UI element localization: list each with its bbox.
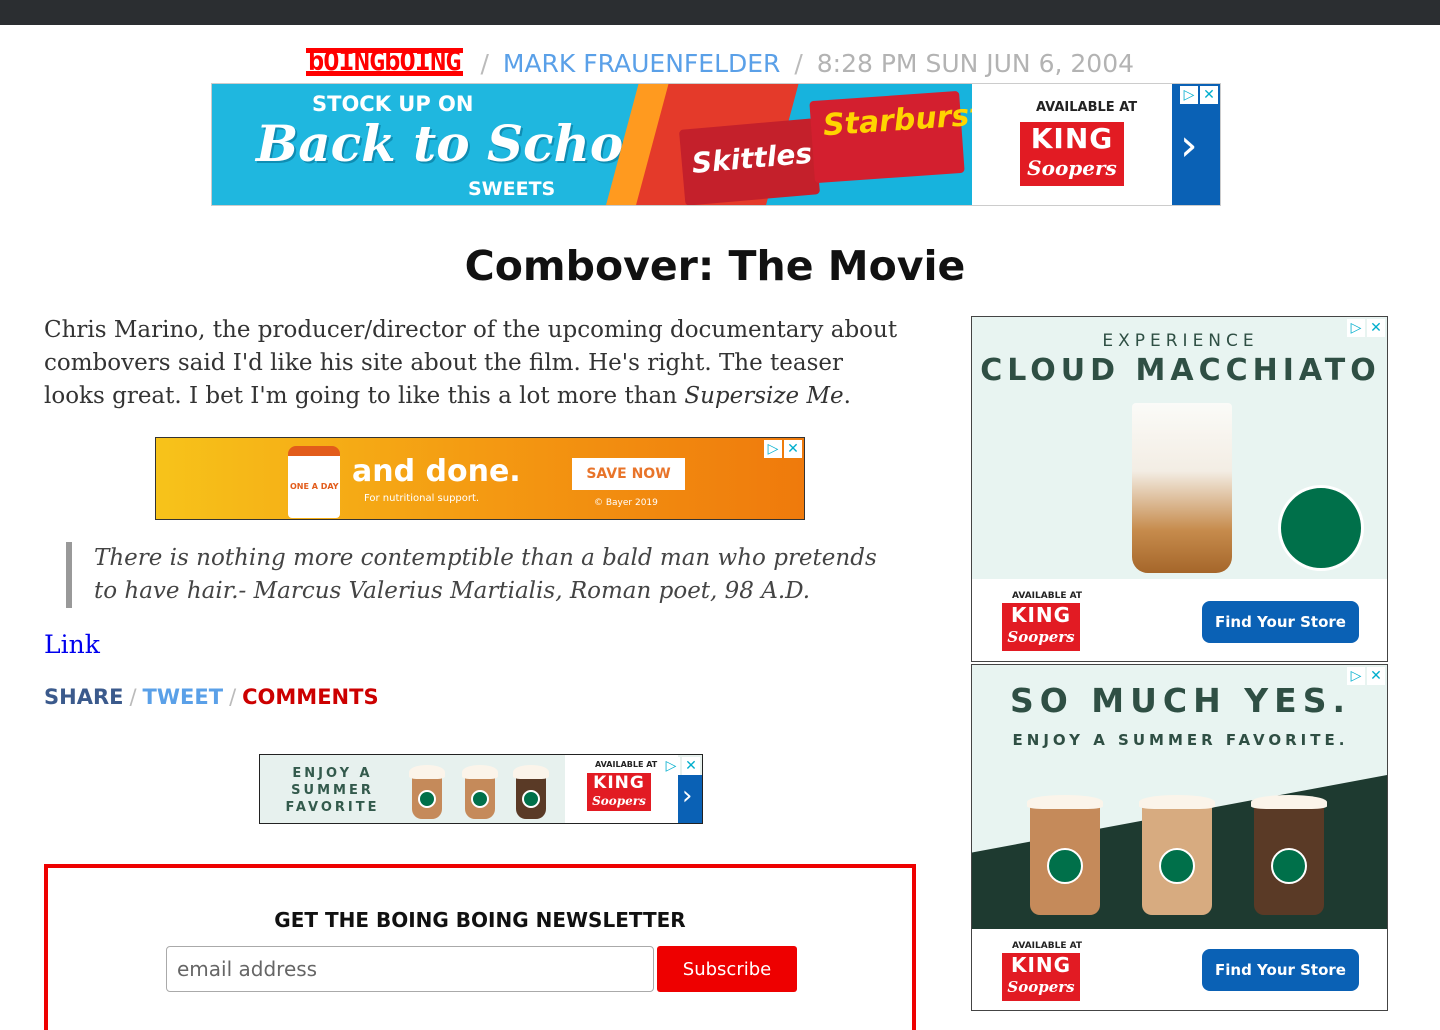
ad-choices[interactable]: ▷ ✕ — [662, 757, 700, 775]
starbucks-logo-icon — [471, 790, 489, 809]
king-soopers-logo: KING Soopers — [587, 773, 651, 811]
article-body-emphasis: Supersize Me — [684, 383, 844, 409]
ad-headline: SO MUCH YES. — [1009, 681, 1351, 720]
ad-subline: ENJOY A SUMMER FAVORITE. — [1012, 731, 1349, 749]
store-name: KING — [593, 773, 645, 793]
boing-boing-logo[interactable]: bOINGbOING — [305, 48, 463, 76]
king-soopers-logo: KING Soopers — [1020, 122, 1124, 186]
inline-banner-ad[interactable]: ONE A DAY and done. For nutritional supp… — [155, 437, 805, 520]
frappuccino-cup — [1251, 795, 1327, 915]
frappuccino-cup — [513, 765, 549, 819]
share-button[interactable]: SHARE — [44, 685, 123, 709]
ad-subline: For nutritional support. — [364, 493, 480, 504]
article-quote: There is nothing more contemptible than … — [66, 542, 886, 608]
email-field[interactable] — [166, 946, 654, 992]
ad-store-panel: AVAILABLE AT KING Soopers — [972, 84, 1172, 205]
ad-copyright: © Bayer 2019 — [594, 498, 658, 508]
starbucks-logo-icon — [418, 790, 436, 809]
ad-choices-icon[interactable]: ▷ — [764, 440, 782, 458]
newsletter-box: GET THE BOING BOING NEWSLETTER Subscribe — [44, 864, 916, 1030]
macchiato-glass — [1132, 403, 1232, 573]
vitamin-bottle: ONE A DAY — [288, 446, 340, 518]
store-name: KING — [1010, 603, 1072, 627]
store-name: Soopers — [592, 794, 646, 808]
article-link[interactable]: Link — [44, 630, 100, 659]
ad-next-panel[interactable]: › — [678, 775, 702, 823]
article-body: Chris Marino, the producer/director of t… — [44, 314, 904, 413]
starbucks-logo-icon — [522, 790, 540, 809]
ad-headline-small: STOCK UP ON — [312, 92, 474, 116]
candy-pack-starburst: Starburst — [809, 90, 985, 184]
close-icon[interactable]: ✕ — [784, 440, 802, 458]
share-separator: / — [229, 685, 237, 709]
subscribe-button[interactable]: Subscribe — [657, 946, 797, 992]
available-at-text: AVAILABLE AT — [1012, 591, 1083, 601]
article-body-text: . — [843, 383, 851, 409]
starbucks-logo-icon — [1047, 847, 1083, 884]
tweet-button[interactable]: TWEET — [143, 685, 224, 709]
king-soopers-logo: KING Soopers — [1002, 603, 1080, 651]
comments-button[interactable]: COMMENTS — [242, 685, 378, 709]
ad-headline: Back to School — [256, 114, 676, 173]
ad-store-strip: AVAILABLE AT KING Soopers Find Your Stor… — [972, 929, 1387, 1010]
available-at-text: AVAILABLE AT — [1036, 100, 1138, 115]
ad-choices-icon[interactable]: ▷ — [1347, 319, 1365, 337]
post-date: 8:28 PM SUN JUN 6, 2004 — [816, 49, 1135, 78]
close-icon[interactable]: ✕ — [1367, 319, 1385, 337]
ad-choices-icon[interactable]: ▷ — [662, 757, 680, 775]
byline-separator: / — [480, 49, 489, 78]
share-bar: SHARE / TWEET / COMMENTS — [44, 685, 379, 709]
store-name: Soopers — [1007, 628, 1075, 646]
available-at-text: AVAILABLE AT — [1012, 941, 1083, 951]
ad-choices[interactable]: ▷ ✕ — [1347, 667, 1385, 685]
sidebar-ad-summer-favorite[interactable]: SO MUCH YES. ENJOY A SUMMER FAVORITE. AV… — [971, 664, 1388, 1011]
browser-top-bar — [0, 0, 1440, 25]
ad-store-strip: AVAILABLE AT KING Soopers Find Your Stor… — [972, 579, 1387, 661]
frappuccino-cup — [462, 765, 498, 819]
ad-headline: ENJOY A SUMMER FAVORITE — [285, 766, 380, 815]
frappuccino-cup — [409, 765, 445, 819]
starbucks-logo-icon — [1271, 847, 1307, 884]
find-your-store-button[interactable]: Find Your Store — [1202, 949, 1359, 991]
sidebar-ad-cloud-macchiato[interactable]: EXPERIENCE CLOUD MACCHIATO AVAILABLE AT … — [971, 316, 1388, 662]
starbucks-logo-icon — [1159, 847, 1195, 884]
author-link[interactable]: MARK FRAUENFELDER — [503, 49, 781, 78]
chevron-right-icon: › — [1180, 120, 1198, 171]
ad-headline-bottom: SWEETS — [468, 178, 556, 200]
top-banner-ad[interactable]: STOCK UP ON Back to School SWEETS Skittl… — [211, 83, 1221, 206]
ad-choices[interactable]: ▷ ✕ — [1180, 86, 1218, 104]
ad-choices-icon[interactable]: ▷ — [1347, 667, 1365, 685]
close-icon[interactable]: ✕ — [1367, 667, 1385, 685]
king-soopers-logo: KING Soopers — [1002, 953, 1080, 1001]
store-name: KING — [1010, 953, 1072, 977]
share-separator: / — [129, 685, 137, 709]
find-your-store-button[interactable]: Find Your Store — [1202, 601, 1359, 643]
store-name: KING — [1030, 122, 1114, 155]
ad-eyebrow: EXPERIENCE — [1102, 331, 1259, 351]
close-icon[interactable]: ✕ — [1200, 86, 1218, 104]
frappuccino-cup — [1027, 795, 1103, 915]
ad-headline: and done. — [352, 454, 521, 489]
small-banner-ad[interactable]: ENJOY A SUMMER FAVORITE AVAILABLE AT KIN… — [259, 754, 703, 824]
available-at-text: AVAILABLE AT — [595, 760, 658, 769]
newsletter-title: GET THE BOING BOING NEWSLETTER — [274, 908, 686, 932]
candy-label: Starburst — [821, 97, 985, 144]
ad-headline: CLOUD MACCHIATO — [980, 353, 1381, 388]
candy-pack-skittles: Skittles — [678, 118, 821, 205]
ad-choices-icon[interactable]: ▷ — [1180, 86, 1198, 104]
store-name: Soopers — [1007, 978, 1075, 996]
byline: bOINGbOING / MARK FRAUENFELDER / 8:28 PM… — [0, 48, 1440, 80]
ad-choices[interactable]: ▷ ✕ — [1347, 319, 1385, 337]
byline-separator: / — [794, 49, 803, 78]
close-icon[interactable]: ✕ — [682, 757, 700, 775]
bottle-label: ONE A DAY — [290, 482, 339, 491]
starbucks-logo-icon — [1278, 485, 1364, 571]
store-name: Soopers — [1027, 156, 1117, 180]
chevron-right-icon: › — [682, 781, 693, 811]
save-now-button[interactable]: SAVE NOW — [572, 458, 685, 490]
ad-choices[interactable]: ▷ ✕ — [764, 440, 802, 458]
frappuccino-cup — [1139, 795, 1215, 915]
candy-label: Skittles — [690, 136, 814, 180]
article-title: Combover: The Movie — [464, 242, 966, 290]
